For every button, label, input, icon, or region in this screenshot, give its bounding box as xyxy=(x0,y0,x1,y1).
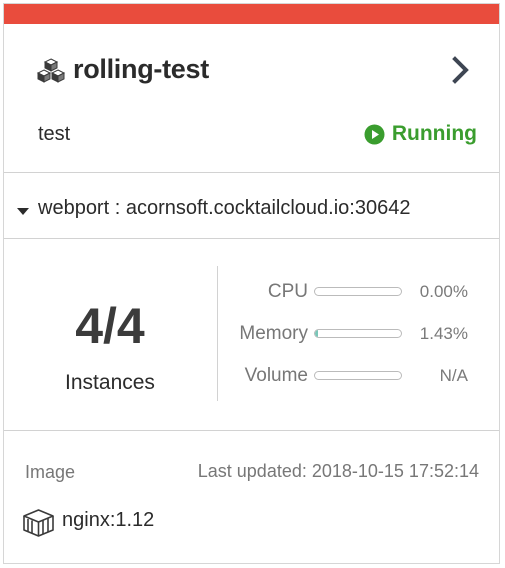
memory-progress-fill xyxy=(315,330,318,337)
cubes-icon xyxy=(36,58,66,84)
service-title[interactable]: rolling-test xyxy=(73,54,209,85)
divider xyxy=(4,238,499,239)
namespace-label: test xyxy=(38,123,71,145)
metric-value: 1.43% xyxy=(419,324,468,343)
status-badge: Running xyxy=(364,122,477,146)
cpu-progress-bar xyxy=(314,287,402,296)
status-text: Running xyxy=(391,122,477,145)
package-box-icon xyxy=(22,508,55,538)
image-label: Image xyxy=(25,462,76,482)
metric-label: Volume xyxy=(244,365,308,386)
card-subheader: test Running xyxy=(4,119,499,151)
image-name: nginx:1.12 xyxy=(62,509,155,531)
divider xyxy=(4,430,499,431)
status-color-bar xyxy=(4,4,499,24)
memory-progress-bar xyxy=(314,329,402,338)
metric-value: N/A xyxy=(439,366,468,385)
port-endpoint[interactable]: webport : acornsoft.cocktailcloud.io:306… xyxy=(38,197,410,220)
metric-cpu: CPU 0.00% xyxy=(218,280,498,306)
caret-down-icon[interactable] xyxy=(16,204,30,215)
metric-label: CPU xyxy=(267,281,308,302)
instances-count: 4/4 xyxy=(75,298,145,354)
last-updated: Last updated: 2018-10-15 17:52:14 xyxy=(197,461,479,481)
metric-value: 0.00% xyxy=(419,282,468,301)
play-circle-icon xyxy=(364,124,385,144)
card-header: rolling-test xyxy=(4,50,499,90)
port-toggle[interactable]: webport : acornsoft.cocktailcloud.io:306… xyxy=(4,194,499,228)
divider xyxy=(4,172,499,173)
volume-progress-bar xyxy=(314,371,402,380)
metric-label: Memory xyxy=(239,323,308,344)
instances-label: Instances xyxy=(65,371,155,394)
metric-volume: Volume N/A xyxy=(218,364,498,390)
service-card: rolling-test test Running webport : acor… xyxy=(3,3,500,564)
metric-memory: Memory 1.43% xyxy=(218,322,498,348)
chevron-right-icon[interactable] xyxy=(451,56,471,84)
